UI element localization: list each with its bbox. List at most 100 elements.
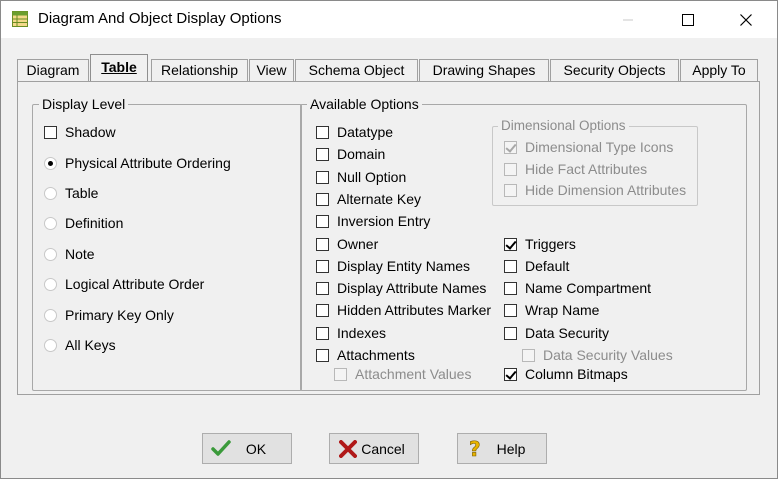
wrap-name-option[interactable]: Wrap Name bbox=[504, 301, 599, 319]
tab-label: View bbox=[256, 62, 287, 78]
display-attribute-names-checkbox[interactable] bbox=[316, 281, 329, 295]
option-label: Inversion Entry bbox=[337, 213, 431, 229]
option-label: Wrap Name bbox=[525, 302, 600, 318]
tab-schema-object[interactable]: Schema Object bbox=[295, 59, 418, 82]
option-label: Data Security Values bbox=[543, 347, 673, 363]
option-label: Indexes bbox=[337, 325, 387, 341]
default-checkbox[interactable] bbox=[504, 259, 517, 273]
svg-text:?: ? bbox=[469, 439, 481, 459]
triggers-checkbox[interactable] bbox=[504, 237, 517, 251]
close-button[interactable] bbox=[723, 1, 769, 38]
domain-checkbox[interactable] bbox=[316, 147, 329, 161]
maximize-icon bbox=[682, 13, 694, 26]
cancel-button[interactable]: Cancel bbox=[329, 433, 419, 464]
attachments-checkbox[interactable] bbox=[316, 348, 329, 362]
radio-note[interactable]: Note bbox=[44, 245, 95, 263]
alternate-key-option[interactable]: Alternate Key bbox=[316, 190, 421, 208]
radio-label: All Keys bbox=[65, 337, 116, 353]
indexes-option[interactable]: Indexes bbox=[316, 324, 386, 342]
tab-label: Drawing Shapes bbox=[432, 62, 536, 78]
tab-relationship[interactable]: Relationship bbox=[151, 59, 248, 82]
option-label: Hide Fact Attributes bbox=[525, 161, 648, 177]
tab-security-objects[interactable]: Security Objects bbox=[550, 59, 679, 82]
hide-dimension-attributes-checkbox[interactable] bbox=[504, 183, 517, 197]
attachment-values-checkbox[interactable] bbox=[334, 367, 347, 381]
dimensional-type-icons-option[interactable]: Dimensional Type Icons bbox=[504, 138, 673, 156]
wrap-name-checkbox[interactable] bbox=[504, 303, 517, 317]
option-label: Domain bbox=[337, 146, 386, 162]
hide-fact-attributes-checkbox[interactable] bbox=[504, 162, 517, 176]
display-level-group: Display Level Shadow Physical Attribute … bbox=[32, 96, 302, 391]
datatype-option[interactable]: Datatype bbox=[316, 123, 393, 141]
tab-diagram[interactable]: Diagram bbox=[17, 59, 89, 82]
inversion-entry-option[interactable]: Inversion Entry bbox=[316, 212, 430, 230]
radio-all-keys[interactable]: All Keys bbox=[44, 336, 116, 354]
option-label: Dimensional Type Icons bbox=[525, 139, 674, 155]
alternate-key-checkbox[interactable] bbox=[316, 192, 329, 206]
null-option-checkbox[interactable] bbox=[316, 170, 329, 184]
radio-button[interactable] bbox=[44, 277, 57, 291]
default-option[interactable]: Default bbox=[504, 257, 569, 275]
attachment-values-option[interactable]: Attachment Values bbox=[334, 365, 471, 383]
display-entity-names-checkbox[interactable] bbox=[316, 259, 329, 273]
radio-primary-key-only[interactable]: Primary Key Only bbox=[44, 306, 174, 324]
data-security-checkbox[interactable] bbox=[504, 326, 517, 340]
shadow-option[interactable]: Shadow bbox=[44, 123, 116, 141]
tab-label: Diagram bbox=[26, 62, 80, 78]
help-label: Help bbox=[496, 440, 526, 457]
option-label: Column Bitmaps bbox=[525, 366, 628, 382]
name-compartment-option[interactable]: Name Compartment bbox=[504, 279, 651, 297]
tab-apply-to[interactable]: Apply To bbox=[680, 59, 758, 82]
hidden-attributes-marker-checkbox[interactable] bbox=[316, 303, 329, 317]
column-bitmaps-checkbox[interactable] bbox=[504, 367, 517, 381]
owner-option[interactable]: Owner bbox=[316, 235, 378, 253]
question-mark-icon: ? bbox=[466, 439, 486, 459]
tab-view[interactable]: View bbox=[249, 59, 294, 82]
hidden-attributes-marker-option[interactable]: Hidden Attributes Marker bbox=[316, 301, 491, 319]
x-icon bbox=[338, 439, 358, 459]
display-attribute-names-option[interactable]: Display Attribute Names bbox=[316, 279, 486, 297]
dimensional-type-icons-checkbox[interactable] bbox=[504, 140, 517, 154]
data-security-values-option[interactable]: Data Security Values bbox=[522, 346, 673, 364]
null-option-option[interactable]: Null Option bbox=[316, 168, 406, 186]
ok-label: OK bbox=[245, 440, 267, 457]
radio-label: Logical Attribute Order bbox=[65, 276, 205, 292]
column-bitmaps-option[interactable]: Column Bitmaps bbox=[504, 365, 628, 383]
hide-fact-attributes-option[interactable]: Hide Fact Attributes bbox=[504, 160, 647, 178]
radio-button[interactable] bbox=[44, 156, 57, 170]
radio-button[interactable] bbox=[44, 338, 57, 352]
radio-button[interactable] bbox=[44, 308, 57, 322]
tab-drawing-shapes[interactable]: Drawing Shapes bbox=[419, 59, 549, 82]
inversion-entry-checkbox[interactable] bbox=[316, 214, 329, 228]
option-label: Hidden Attributes Marker bbox=[337, 302, 492, 318]
minimize-button[interactable] bbox=[605, 1, 651, 38]
data-security-values-checkbox[interactable] bbox=[522, 348, 535, 362]
name-compartment-checkbox[interactable] bbox=[504, 281, 517, 295]
radio-button[interactable] bbox=[44, 247, 57, 261]
maximize-button[interactable] bbox=[665, 1, 711, 38]
window-title: Diagram And Object Display Options bbox=[38, 10, 282, 27]
tab-table[interactable]: Table bbox=[90, 54, 148, 81]
hide-dimension-attributes-option[interactable]: Hide Dimension Attributes bbox=[504, 181, 686, 199]
ok-button[interactable]: OK bbox=[202, 433, 292, 464]
option-label: Alternate Key bbox=[337, 191, 422, 207]
radio-logical-attribute-order[interactable]: Logical Attribute Order bbox=[44, 275, 204, 293]
domain-option[interactable]: Domain bbox=[316, 145, 385, 163]
dialog-window: Diagram And Object Display Options Diagr… bbox=[0, 0, 778, 479]
display-entity-names-option[interactable]: Display Entity Names bbox=[316, 257, 470, 275]
data-security-option[interactable]: Data Security bbox=[504, 324, 609, 342]
radio-button[interactable] bbox=[44, 216, 57, 230]
triggers-option[interactable]: Triggers bbox=[504, 235, 576, 253]
attachments-option[interactable]: Attachments bbox=[316, 346, 415, 364]
radio-definition[interactable]: Definition bbox=[44, 214, 123, 232]
help-button[interactable]: ? Help bbox=[457, 433, 547, 464]
tab-label: Relationship bbox=[160, 62, 239, 78]
indexes-checkbox[interactable] bbox=[316, 326, 329, 340]
radio-table[interactable]: Table bbox=[44, 184, 98, 202]
radio-button[interactable] bbox=[44, 186, 57, 200]
radio-physical-attribute-ordering[interactable]: Physical Attribute Ordering bbox=[44, 154, 231, 172]
shadow-checkbox[interactable] bbox=[44, 125, 57, 139]
owner-checkbox[interactable] bbox=[316, 237, 329, 251]
radio-label: Definition bbox=[65, 215, 124, 231]
datatype-checkbox[interactable] bbox=[316, 125, 329, 139]
